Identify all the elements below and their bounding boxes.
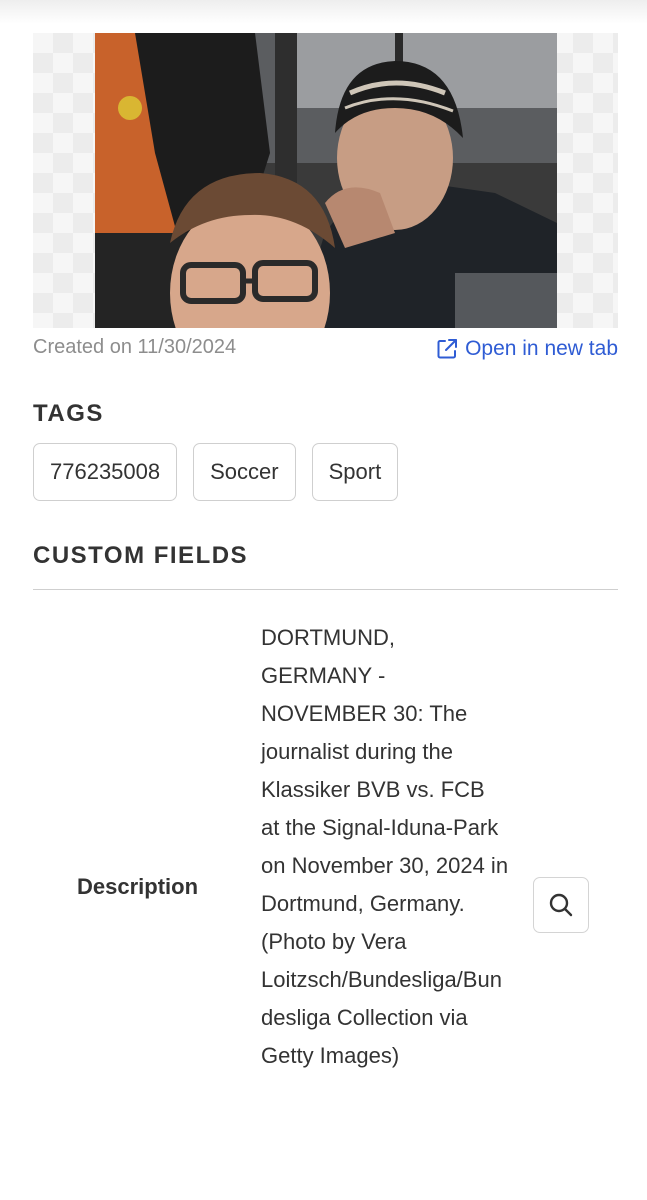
created-date: Created on 11/30/2024 xyxy=(33,336,237,358)
photo-image xyxy=(95,33,557,328)
tags-heading: TAGS xyxy=(33,400,104,427)
open-in-new-tab-link[interactable]: Open in new tab xyxy=(435,337,618,361)
field-value-description: DORTMUND, GERMANY - NOVEMBER 30: The jou… xyxy=(261,625,509,1068)
image-preview-frame xyxy=(33,33,618,328)
top-fade xyxy=(0,0,647,24)
tag-chip[interactable]: 776235008 xyxy=(33,443,178,501)
search-icon xyxy=(549,893,573,917)
search-field-button[interactable] xyxy=(533,877,589,933)
tag-chip[interactable]: Soccer xyxy=(193,443,296,501)
open-in-new-tab-label: Open in new tab xyxy=(465,337,618,360)
photo-preview[interactable] xyxy=(95,33,557,328)
external-link-icon xyxy=(437,339,458,359)
tag-chip[interactable]: Sport xyxy=(311,443,399,501)
tag-list: 776235008 Soccer Sport xyxy=(33,443,399,501)
custom-fields-heading: CUSTOM FIELDS xyxy=(33,542,249,569)
image-meta-row: Created on 11/30/2024 Open in new tab xyxy=(33,333,618,369)
field-label-description: Description xyxy=(77,874,199,899)
section-divider xyxy=(33,589,618,590)
